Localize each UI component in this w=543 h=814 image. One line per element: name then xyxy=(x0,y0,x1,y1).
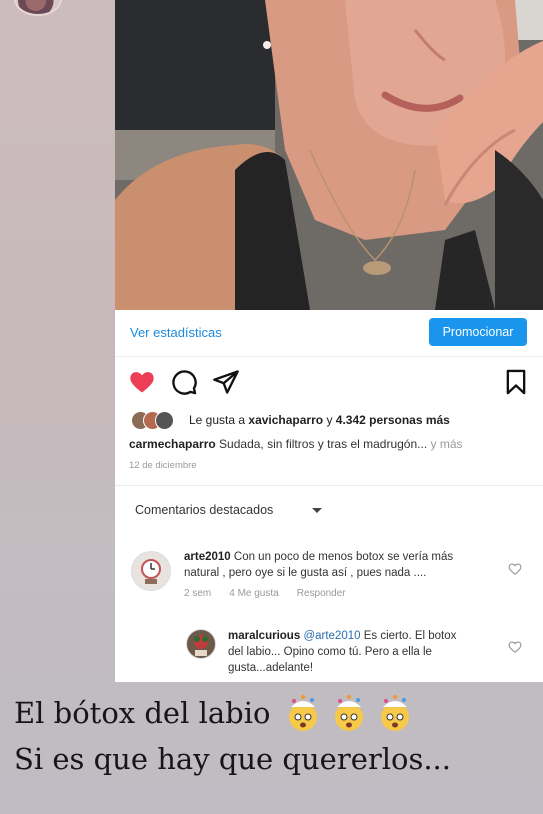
promote-button[interactable]: Promocionar xyxy=(429,318,527,346)
story-text-overlay: El bótox del labio Si es que hay que que… xyxy=(14,690,534,782)
post-caption: carmechaparro Sudada, sin filtros y tras… xyxy=(129,437,463,451)
overlay-line-2-text: Si es que hay que quererlos... xyxy=(14,742,451,776)
instagram-post-card: Ver estadísticas Promocionar Le gusta a … xyxy=(115,0,543,682)
mention-link[interactable]: @arte2010 xyxy=(303,630,360,642)
reply-username[interactable]: maralcurious xyxy=(228,630,300,642)
post-action-bar xyxy=(115,364,543,400)
bookmark-icon[interactable] xyxy=(502,368,530,396)
overlay-line-1: El bótox del labio xyxy=(14,690,534,736)
post-photo xyxy=(115,0,543,310)
caption-more-link[interactable]: y más xyxy=(427,437,462,451)
comment-meta: 2 sem 4 Me gusta Responder xyxy=(184,588,364,599)
comment-icon[interactable] xyxy=(170,368,198,396)
divider xyxy=(115,485,543,486)
post-date: 12 de diciembre xyxy=(129,460,197,471)
comment-like-heart-icon[interactable] xyxy=(508,562,522,576)
comment-body: arte2010 Con un poco de menos botox se v… xyxy=(184,551,454,579)
reply-avatar[interactable] xyxy=(186,629,216,659)
view-insights-link[interactable]: Ver estadísticas xyxy=(130,325,222,340)
like-heart-icon[interactable] xyxy=(128,368,156,396)
likes-summary[interactable]: Le gusta a xavichaparro y 4.342 personas… xyxy=(129,409,539,431)
likes-text: Le gusta a xavichaparro y 4.342 personas… xyxy=(189,413,450,427)
comment-username[interactable]: arte2010 xyxy=(184,551,231,563)
comment-time: 2 sem xyxy=(184,588,212,599)
reply-button[interactable]: Responder xyxy=(297,588,346,599)
chevron-down-icon[interactable] xyxy=(311,507,323,515)
overlay-line-1-text: El bótox del labio xyxy=(14,696,271,730)
exploding-head-emoji-icon xyxy=(381,695,410,731)
overlay-line-2: Si es que hay que quererlos... xyxy=(14,736,534,782)
caption-username[interactable]: carmechaparro xyxy=(129,437,216,451)
exploding-head-emoji-icon xyxy=(335,695,364,731)
exploding-head-emoji-icon xyxy=(289,695,318,731)
liker-avatar xyxy=(155,411,174,430)
share-send-icon[interactable] xyxy=(212,368,240,396)
comment-likes-count[interactable]: 4 Me gusta xyxy=(229,588,278,599)
post-stats-bar: Ver estadísticas Promocionar xyxy=(115,310,543,357)
story-profile-avatar[interactable] xyxy=(14,0,62,16)
caption-text: Sudada, sin filtros y tras el madrugón..… xyxy=(215,437,428,451)
reply-like-heart-icon[interactable] xyxy=(508,640,522,654)
reply-body: maralcurious @arte2010 Es cierto. El bot… xyxy=(228,630,457,674)
comment-avatar[interactable] xyxy=(131,551,171,591)
featured-comments-header[interactable]: Comentarios destacados xyxy=(135,503,273,517)
